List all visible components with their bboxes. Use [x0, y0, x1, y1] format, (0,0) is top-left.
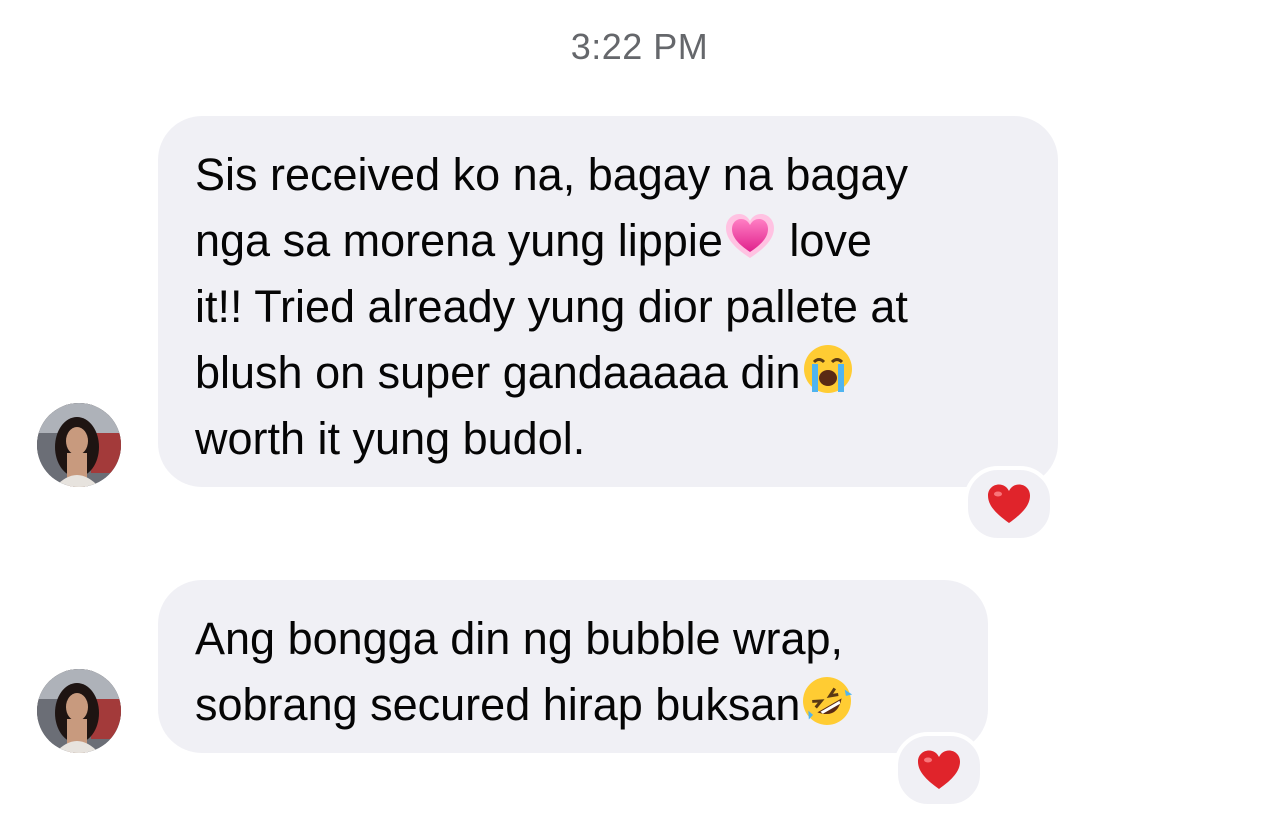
message-text: nga sa morena yung lippie: [195, 215, 723, 266]
message-text-line: Ang bongga din ng bubble wrap,: [195, 613, 844, 664]
avatar-photo-icon: [37, 669, 121, 753]
message-reaction[interactable]: [894, 732, 984, 808]
contact-avatar[interactable]: [37, 669, 121, 753]
message-text: love: [776, 215, 872, 266]
red-heart-icon: [988, 484, 1030, 523]
message-text-line: blush on super gandaaaaa din: [195, 340, 1022, 406]
loudly-crying-face-icon: [801, 342, 855, 396]
message-timestamp: 3:22 PM: [570, 26, 709, 67]
message-reaction[interactable]: [964, 466, 1054, 542]
message-text-line: it!! Tried already yung dior pallete at: [195, 281, 908, 332]
avatar-photo-icon: [37, 403, 121, 487]
message-text: sobrang secured hirap buksan: [195, 679, 801, 730]
message-text: blush on super gandaaaaa din: [195, 347, 801, 398]
message-text-line: sobrang secured hirap buksan: [195, 672, 952, 738]
growing-heart-icon: [723, 210, 777, 264]
contact-avatar[interactable]: [37, 403, 121, 487]
message-text-line: worth it yung budol.: [195, 413, 586, 464]
message-bubble[interactable]: Sis received ko na, bagay na bagay nga s…: [158, 116, 1058, 487]
message-text-line: nga sa morena yung lippie love: [195, 208, 1022, 274]
rolling-on-floor-laughing-icon: [800, 674, 854, 728]
message-bubble[interactable]: Ang bongga din ng bubble wrap, sobrang s…: [158, 580, 988, 753]
message-text-line: Sis received ko na, bagay na bagay: [195, 149, 908, 200]
red-heart-icon: [918, 750, 960, 789]
